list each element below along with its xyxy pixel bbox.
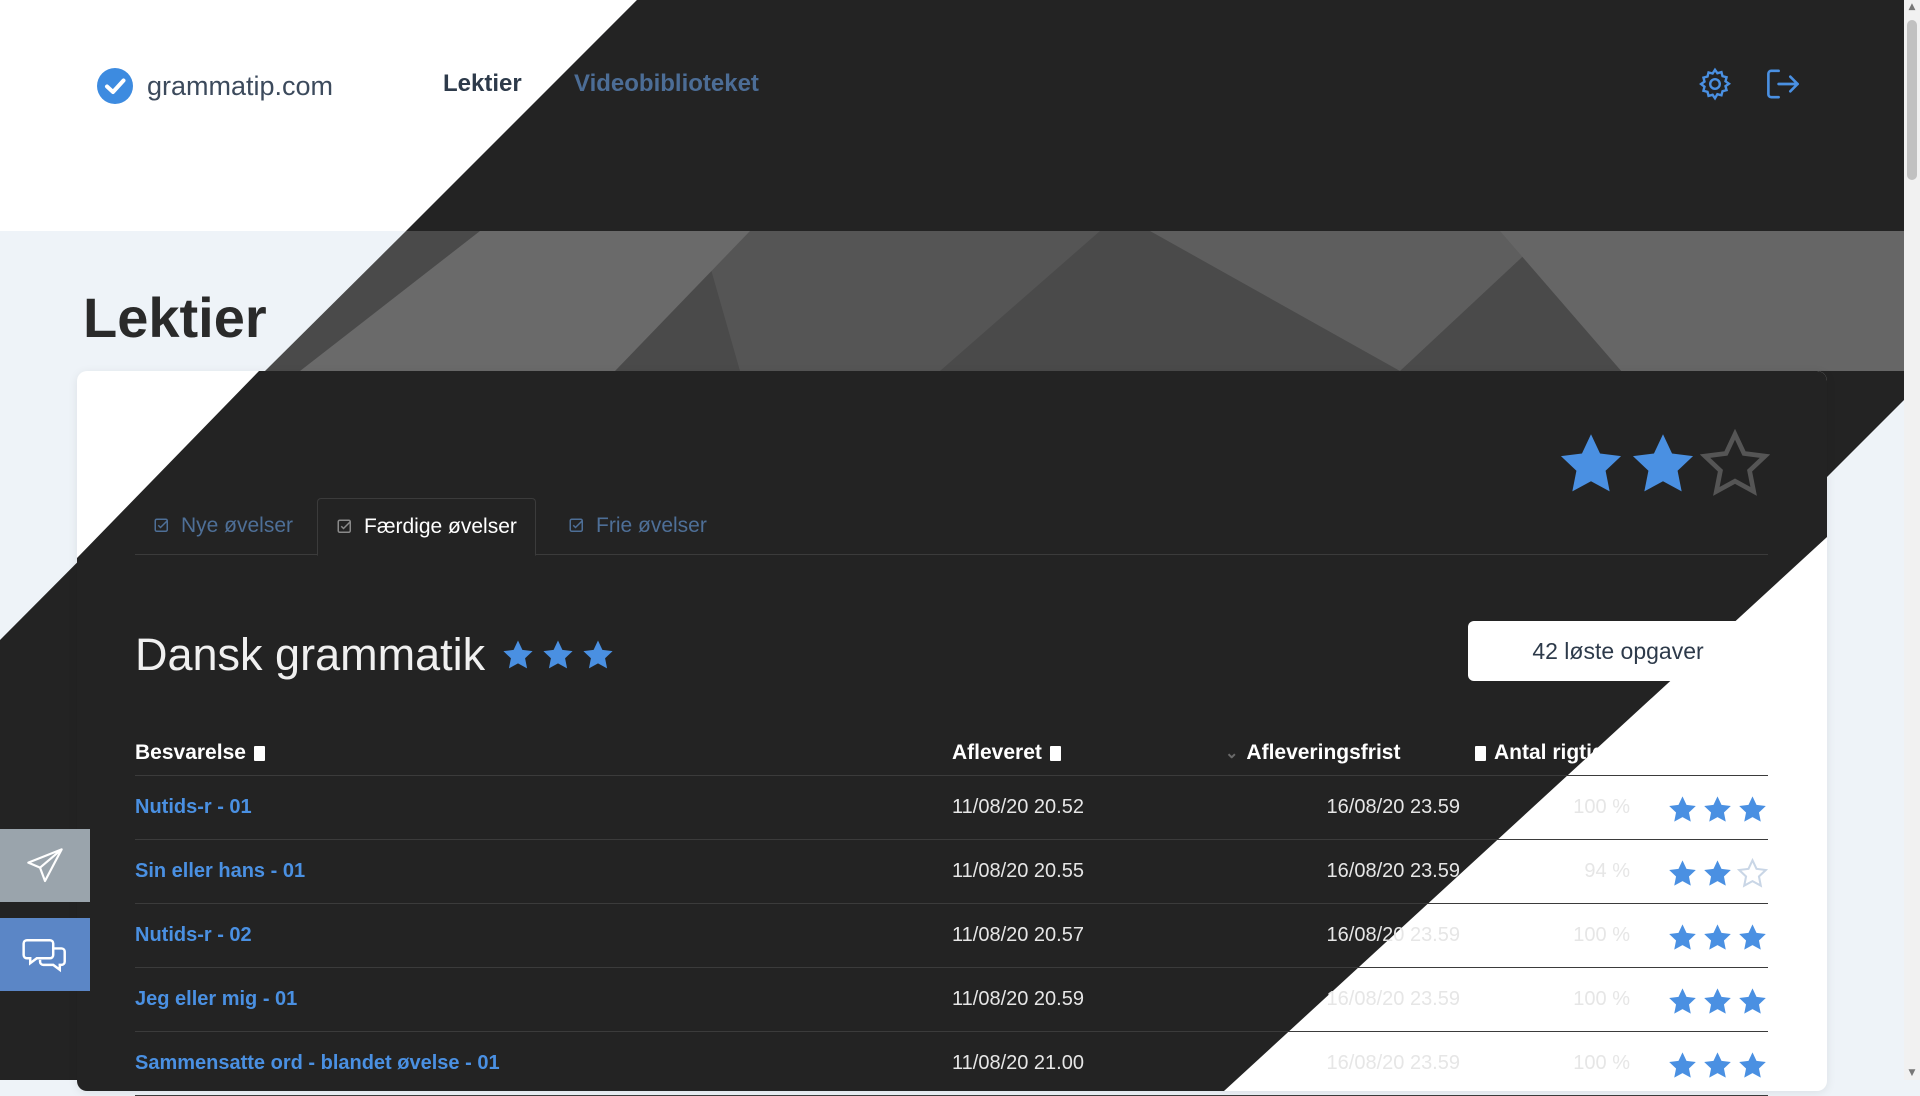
nav-lektier[interactable]: Lektier: [443, 70, 522, 98]
deadline-date: 16/08/20 23.59: [1326, 988, 1460, 1010]
star-filled-icon: [1739, 924, 1766, 950]
exercise-link[interactable]: Sammensatte ord - blandet øvelse - 01: [135, 1052, 500, 1075]
section-star-rating: [501, 638, 615, 672]
header-antal-rigtige[interactable]: Antal rigtige: [1475, 741, 1617, 765]
chat-bubbles-icon: [22, 938, 66, 972]
scroll-thumb[interactable]: [1907, 20, 1917, 180]
chevron-down-icon: ⌄: [1225, 745, 1239, 762]
correct-percent: 100 %: [1573, 796, 1630, 818]
table-row[interactable]: Sammensatte ord - blandet øvelse - 01 11/…: [135, 1032, 1768, 1096]
star-filled-icon: [1739, 1052, 1766, 1078]
sort-icon: [1475, 745, 1486, 761]
tab-faerdige-ovelser[interactable]: Færdige øvelser: [317, 498, 536, 556]
row-star-rating: [1667, 1050, 1768, 1081]
exercise-link[interactable]: Jeg eller mig - 01: [135, 988, 297, 1011]
overall-star-rating: [1556, 429, 1770, 499]
star-filled-icon: [1704, 924, 1731, 950]
header-afleveret[interactable]: Afleveret: [952, 741, 1061, 765]
star-filled-icon: [543, 640, 573, 669]
edit-check-icon: [569, 518, 583, 532]
header-besvarelse[interactable]: Besvarelse: [135, 741, 265, 765]
send-feedback-button[interactable]: [0, 829, 90, 902]
page-title: Lektier: [83, 286, 267, 349]
row-star-rating: [1667, 858, 1768, 889]
deadline-date: 16/08/20 23.59: [1326, 860, 1460, 882]
star-filled-icon: [1704, 796, 1731, 822]
solved-count-badge[interactable]: 42 løste opgaver: [1468, 621, 1768, 681]
table-row[interactable]: Nutids-r - 01 11/08/20 20.52 16/08/20 23.5…: [135, 776, 1768, 840]
scroll-up-arrow[interactable]: ▲: [1907, 2, 1917, 12]
deadline-date: 16/08/20 23.59: [1326, 796, 1460, 818]
star-filled-icon: [1669, 988, 1696, 1014]
correct-percent: 100 %: [1573, 988, 1630, 1010]
table-row[interactable]: Nutids-r - 02 11/08/20 20.57 16/08/20 23.5…: [135, 904, 1768, 968]
submitted-date: 11/08/20 20.57: [952, 924, 1084, 946]
exercise-link[interactable]: Nutids-r - 02: [135, 924, 252, 947]
star-filled-icon: [1669, 924, 1696, 950]
submitted-date: 11/08/20 20.55: [952, 860, 1084, 882]
correct-percent: 100 %: [1573, 924, 1630, 946]
star-empty-icon: [1700, 429, 1770, 496]
tab-nye-ovelser[interactable]: Nye øvelser: [135, 498, 311, 554]
gear-icon[interactable]: [1697, 66, 1733, 106]
star-filled-icon: [1632, 434, 1694, 492]
deadline-date: 16/08/20 23.59: [1326, 1052, 1460, 1074]
submitted-date: 11/08/20 21.00: [952, 1052, 1084, 1074]
logout-icon[interactable]: [1764, 66, 1802, 106]
sort-icon: [1049, 745, 1061, 761]
submitted-date: 11/08/20 20.59: [952, 988, 1084, 1010]
table-row[interactable]: Jeg eller mig - 01 11/08/20 20.59 16/08/20…: [135, 968, 1768, 1032]
table-row[interactable]: Sin eller hans - 01 11/08/20 20.55 16/08/2…: [135, 840, 1768, 904]
results-table: Besvarelse Afleveret ⌄ Afleveringsfrist …: [135, 735, 1768, 1096]
header-afleveringsfrist[interactable]: ⌄ Afleveringsfrist: [1225, 741, 1400, 765]
star-filled-icon: [583, 640, 613, 669]
page-scrollbar[interactable]: ▲ ▼: [1904, 0, 1920, 1080]
brand-name: grammatip.com: [147, 70, 334, 101]
section-title: Dansk grammatik: [135, 629, 486, 680]
deadline-date: 16/08/20 23.59: [1326, 924, 1460, 946]
star-empty-icon: [1737, 858, 1768, 888]
edit-check-icon: [154, 518, 168, 532]
top-navbar: grammatip.com Lektier Videobiblioteket: [0, 0, 1904, 231]
star-filled-icon: [503, 640, 533, 669]
sort-icon: [253, 745, 265, 761]
row-star-rating: [1667, 986, 1768, 1017]
star-filled-icon: [1669, 796, 1696, 822]
submitted-date: 11/08/20 20.52: [952, 796, 1084, 818]
chat-button[interactable]: [0, 918, 90, 991]
exercise-link[interactable]: Sin eller hans - 01: [135, 860, 305, 883]
star-filled-icon: [1669, 860, 1696, 886]
tab-frie-ovelser[interactable]: Frie øvelser: [550, 498, 725, 554]
nav-videobiblioteket[interactable]: Videobiblioteket: [574, 70, 759, 98]
star-filled-icon: [1704, 1052, 1731, 1078]
exercise-tabs: Nye øvelser Færdige øvelser Frie øvelser: [135, 498, 1768, 556]
correct-percent: 100 %: [1573, 1052, 1630, 1074]
star-filled-icon: [1669, 1052, 1696, 1078]
row-star-rating: [1667, 794, 1768, 825]
star-filled-icon: [1739, 988, 1766, 1014]
brand-logo[interactable]: grammatip.com: [97, 68, 333, 104]
decorative-polygon-band: [265, 231, 1904, 371]
paper-plane-icon: [27, 847, 63, 882]
table-header: Besvarelse Afleveret ⌄ Afleveringsfrist …: [135, 735, 1768, 776]
correct-percent: 94 %: [1584, 860, 1630, 882]
star-filled-icon: [1739, 796, 1766, 822]
edit-check-icon: [337, 519, 351, 533]
exercise-link[interactable]: Nutids-r - 01: [135, 796, 252, 819]
scroll-down-arrow[interactable]: ▼: [1907, 1068, 1917, 1078]
section-heading: Dansk grammatik: [135, 629, 615, 681]
star-filled-icon: [1560, 434, 1622, 492]
check-circle-icon: [97, 68, 133, 104]
star-filled-icon: [1704, 988, 1731, 1014]
card-content: Nye øvelser Færdige øvelser Frie øvelser…: [77, 371, 1827, 1096]
row-star-rating: [1667, 922, 1768, 953]
table-body: Nutids-r - 01 11/08/20 20.52 16/08/20 23.5…: [135, 776, 1768, 1096]
star-filled-icon: [1704, 860, 1731, 886]
